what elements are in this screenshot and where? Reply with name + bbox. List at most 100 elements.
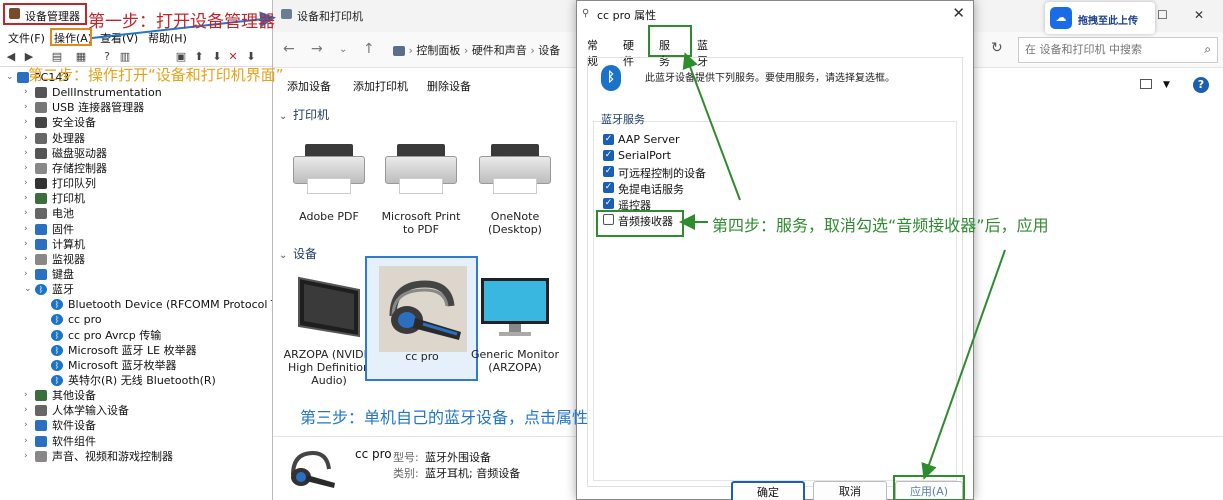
search-icon[interactable]: ⌕ <box>1204 42 1211 57</box>
nav-recent-icon[interactable]: ⌄ <box>339 44 347 55</box>
add-printer-button[interactable]: 添加打印机 <box>353 78 408 94</box>
expand-chevron-right-icon[interactable]: › <box>24 146 34 161</box>
printer-icon[interactable] <box>479 144 551 196</box>
uninstall-icon[interactable]: ✕ <box>226 50 240 63</box>
expand-chevron-right-icon[interactable]: › <box>24 403 34 418</box>
search-box[interactable]: ⌕ <box>1018 37 1218 63</box>
bluetooth-icon: ᛒ <box>51 329 63 341</box>
expand-chevron-right-icon[interactable]: › <box>24 206 34 221</box>
printer-ms-print-pdf-label[interactable]: Microsoft Print to PDF <box>375 210 467 236</box>
menu-file[interactable]: 文件(F) <box>8 30 45 46</box>
properties-icon[interactable]: ▦ <box>74 50 88 63</box>
detail-model-label: 型号: <box>393 451 419 464</box>
view-dropdown-icon[interactable]: ▼ <box>1163 80 1170 90</box>
dialog-titlebar: ⚲ cc pro 属性 ✕ <box>577 1 973 27</box>
breadcrumb-control-panel[interactable]: 控制面板 <box>416 44 460 57</box>
device-category-icon <box>35 405 47 417</box>
search-input[interactable] <box>1025 43 1185 56</box>
device-category-icon <box>35 87 47 99</box>
device-manager-app-icon <box>9 8 20 19</box>
tree-item-label: 英特尔(R) 无线 Bluetooth(R) <box>68 374 216 387</box>
checkbox-checked[interactable]: ✓ <box>603 150 614 161</box>
help-circle-icon[interactable]: ? <box>1193 77 1209 93</box>
expand-chevron-right-icon[interactable]: › <box>24 131 34 146</box>
breadcrumb-devices[interactable]: 设备 <box>538 44 560 57</box>
device-category-icon <box>35 268 47 280</box>
expand-chevron-right-icon[interactable]: › <box>24 252 34 267</box>
add-device-button[interactable]: 添加设备 <box>287 78 331 94</box>
expand-chevron-down-icon[interactable]: ⌄ <box>6 70 16 85</box>
tree-item-label: 蓝牙 <box>52 283 74 297</box>
checkbox-checked[interactable]: ✓ <box>603 166 614 177</box>
bluetooth-icon: ᛒ <box>601 65 621 91</box>
step4-tab-highlight <box>648 25 692 57</box>
expand-chevron-right-icon[interactable]: › <box>24 267 34 282</box>
maximize-icon[interactable]: ☐ <box>1157 8 1168 22</box>
forward-arrow-icon[interactable]: ▶ <box>22 50 36 63</box>
back-arrow-icon[interactable]: ◀ <box>4 50 18 63</box>
services-intro-text: 此蓝牙设备提供下列服务。要使用服务，请选择复选框。 <box>645 73 895 84</box>
expand-chevron-right-icon[interactable]: › <box>24 161 34 176</box>
remove-device-button[interactable]: 删除设备 <box>427 78 471 94</box>
printers-section-header[interactable]: ⌄ 打印机 <box>279 106 329 123</box>
device-manager-title-box: 设备管理器 <box>3 3 87 25</box>
expand-chevron-down-icon[interactable]: ⌄ <box>24 282 34 297</box>
breadcrumb-hardware-sound[interactable]: 硬件和声音 <box>472 44 527 57</box>
expand-chevron-right-icon[interactable]: › <box>24 237 34 252</box>
step4-annotation: 第四步：服务，取消勾选“音频接收器”后，应用 <box>712 216 1049 235</box>
tree-item-label: cc pro Avrcp 传输 <box>68 328 162 342</box>
details-icon[interactable]: ▥ <box>118 50 132 63</box>
cancel-button[interactable]: 取消 <box>813 481 887 500</box>
device-generic-monitor-label[interactable]: Generic Monitor (ARZOPA) <box>469 348 561 374</box>
printer-icon[interactable] <box>385 144 457 196</box>
device-cc-pro-tile[interactable]: cc pro <box>365 256 478 381</box>
disable-device-icon[interactable]: ⬇ <box>210 50 224 63</box>
checkbox-checked[interactable]: ✓ <box>603 134 614 145</box>
expand-chevron-right-icon[interactable]: › <box>24 176 34 191</box>
expand-chevron-right-icon[interactable]: › <box>24 434 34 449</box>
expand-chevron-right-icon[interactable]: › <box>24 191 34 206</box>
speaker-monitor-icon[interactable] <box>295 276 365 338</box>
expand-chevron-right-icon[interactable]: › <box>24 388 34 403</box>
dialog-close-icon[interactable]: ✕ <box>952 4 965 22</box>
device-category-icon <box>35 390 47 402</box>
view-options-icon[interactable] <box>1140 79 1152 89</box>
menu-view[interactable]: 查看(V) <box>100 30 138 46</box>
expand-chevron-right-icon[interactable]: › <box>24 85 34 100</box>
bluetooth-services-title: 蓝牙服务 <box>601 113 645 126</box>
devices-section-header[interactable]: ⌄ 设备 <box>279 245 317 262</box>
step1-annotation: 第一步：打开设备管理器 <box>88 12 275 32</box>
properties-pane-icon[interactable]: ▤ <box>50 50 64 63</box>
help-icon[interactable]: ? <box>100 50 114 63</box>
control-panel-icon <box>393 46 405 56</box>
service-label: AAP Server <box>618 133 680 146</box>
expand-chevron-right-icon[interactable]: › <box>24 449 34 464</box>
expand-chevron-right-icon[interactable]: › <box>24 100 34 115</box>
device-arzopa-audio-label[interactable]: ARZOPA (NVIDIA High Definition Audio) <box>283 348 375 387</box>
expand-chevron-right-icon[interactable]: › <box>24 115 34 130</box>
generic-monitor-icon[interactable] <box>479 276 551 338</box>
step4-apply-highlight <box>893 475 965 500</box>
expand-chevron-right-icon[interactable]: › <box>24 222 34 237</box>
printer-adobe-pdf-label[interactable]: Adobe PDF <box>283 210 375 223</box>
enable-device-icon[interactable]: ⬇ <box>244 50 258 63</box>
tree-item-label: 打印队列 <box>52 177 96 191</box>
nav-forward-icon[interactable]: → <box>311 41 323 57</box>
checkbox-checked[interactable]: ✓ <box>603 198 614 209</box>
scan-hardware-icon[interactable]: ▣ <box>174 50 188 63</box>
expand-chevron-right-icon[interactable]: › <box>24 418 34 433</box>
nav-up-icon[interactable]: ↑ <box>363 41 375 57</box>
printer-onenote-label[interactable]: OneNote (Desktop) <box>469 210 561 236</box>
step3-annotation: 第三步：单机自己的蓝牙设备，点击属性 <box>300 408 589 427</box>
close-icon[interactable]: ✕ <box>1194 8 1204 22</box>
drag-upload-widget[interactable]: ☁ 拖拽至此上传 <box>1045 2 1155 34</box>
checkbox-checked[interactable]: ✓ <box>603 182 614 193</box>
nav-back-icon[interactable]: ← <box>283 41 295 57</box>
printer-icon[interactable] <box>293 144 365 196</box>
refresh-icon[interactable]: ↻ <box>991 40 1003 56</box>
update-driver-icon[interactable]: ⬆ <box>192 50 206 63</box>
dialog-title: cc pro 属性 <box>597 9 657 22</box>
ok-button[interactable]: 确定 <box>731 481 805 500</box>
device-manager-title: 设备管理器 <box>25 10 80 23</box>
menu-help[interactable]: 帮助(H) <box>148 30 187 46</box>
